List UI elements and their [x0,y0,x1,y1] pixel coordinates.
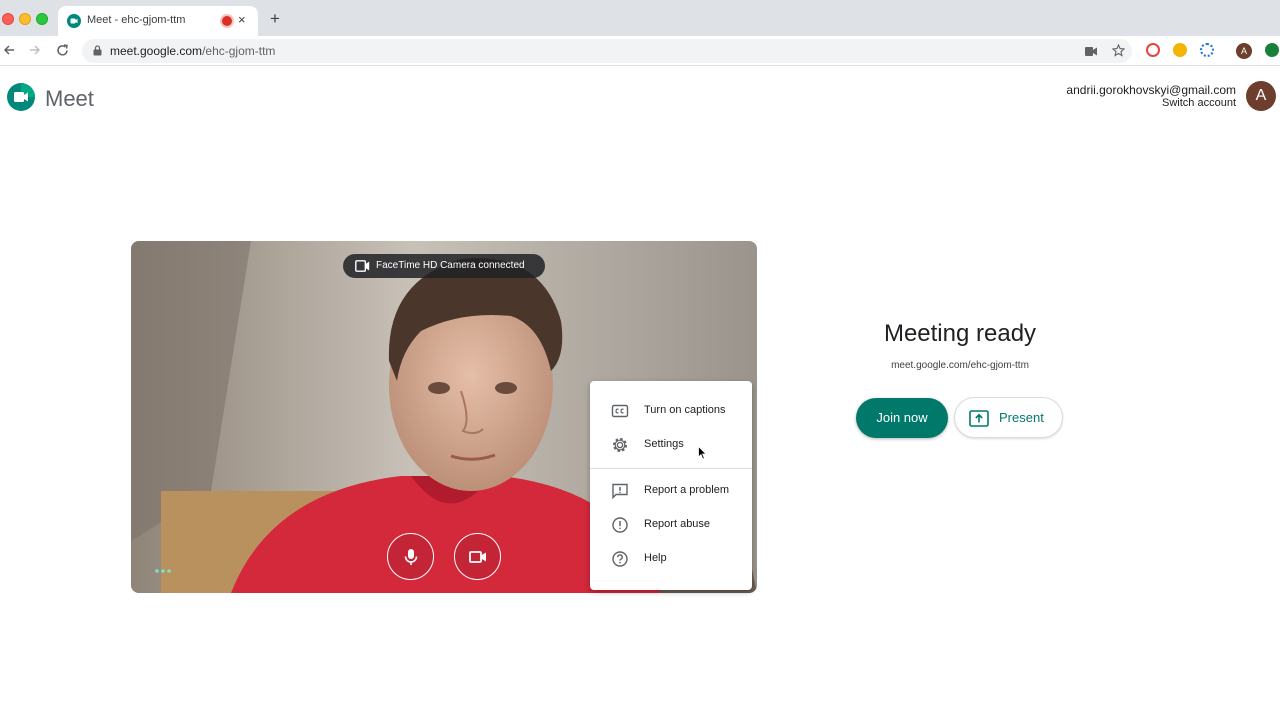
url-text: meet.google.com/ehc-gjom-ttm [110,44,276,58]
new-tab-button[interactable]: + [270,10,280,28]
menu-label-report-problem: Report a problem [644,484,729,496]
camera-in-use-icon[interactable] [1085,47,1097,56]
account-email: andrii.gorokhovskyi@gmail.com [1066,83,1236,97]
more-options-menu: Turn on captions Settings Report a probl… [590,381,752,590]
camera-toggle-button[interactable] [454,533,501,580]
more-options-icon[interactable] [154,567,172,575]
help-icon [612,551,628,567]
meeting-ready-heading: Meeting ready [883,320,1037,347]
meet-logo-icon[interactable] [7,83,35,111]
camera-status-pill: FaceTime HD Camera connected [343,254,545,278]
extension-react-icon[interactable] [1200,43,1214,57]
window-close-button[interactable] [2,13,14,25]
microphone-toggle-button[interactable] [387,533,434,580]
extension-green-icon[interactable] [1265,43,1279,57]
camera-status-text: FaceTime HD Camera connected [376,260,525,271]
present-button[interactable]: Present [954,397,1063,438]
extension-lastpass-icon[interactable] [1146,43,1160,57]
menu-label-help: Help [644,552,667,564]
menu-label-settings: Settings [644,438,684,450]
reload-icon[interactable] [56,44,69,57]
alert-icon [612,517,628,533]
back-arrow-icon[interactable] [3,44,15,56]
tab-close-button[interactable]: × [238,12,246,28]
bookmark-star-icon[interactable] [1112,44,1125,57]
join-now-button[interactable]: Join now [856,398,948,438]
captions-icon [611,404,629,418]
browser-toolbar: meet.google.com/ehc-gjom-ttm [0,36,1280,66]
meet-wordmark[interactable]: Meet [45,86,94,112]
account-avatar[interactable]: A [1246,81,1276,111]
menu-divider [590,468,752,469]
forward-arrow-icon[interactable] [29,44,41,56]
browser-tab-meet[interactable]: Meet - ehc-gjom-ttm × [58,6,258,36]
recording-indicator-icon [222,16,232,26]
meeting-link: meet.google.com/ehc-gjom-ttm [891,360,1029,371]
mouse-cursor-icon [698,446,707,460]
menu-label-captions: Turn on captions [644,404,726,416]
present-screen-icon [969,410,989,427]
gear-icon [612,437,628,453]
menu-label-report-abuse: Report abuse [644,518,711,530]
switch-account-link[interactable]: Switch account [1162,97,1236,109]
window-zoom-button[interactable] [36,13,48,25]
extension-hand-icon[interactable] [1173,43,1187,57]
menu-item-settings[interactable]: Settings [590,428,752,462]
meet-favicon-icon [67,14,81,28]
tab-title: Meet - ehc-gjom-ttm [87,14,186,26]
browser-profile-avatar[interactable]: A [1236,43,1252,59]
lock-icon [93,45,102,56]
microphone-icon [404,549,418,565]
camera-icon [355,260,370,272]
video-camera-icon [469,551,486,563]
menu-item-report-problem[interactable]: Report a problem [590,474,752,508]
menu-item-captions[interactable]: Turn on captions [590,394,752,428]
browser-tab-bar: Meet - ehc-gjom-ttm × + [0,0,1280,36]
menu-item-help[interactable]: Help [590,542,752,576]
feedback-icon [612,483,628,500]
window-minimize-button[interactable] [19,13,31,25]
menu-item-report-abuse[interactable]: Report abuse [590,508,752,542]
address-bar[interactable]: meet.google.com/ehc-gjom-ttm [82,39,1132,63]
present-label: Present [999,410,1044,425]
